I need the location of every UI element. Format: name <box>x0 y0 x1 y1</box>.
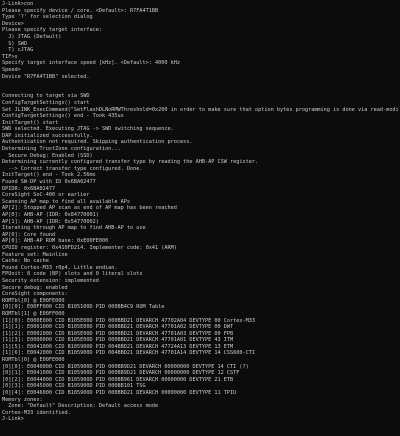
terminal-line: [1][2]: E0002000 CID B105E00D PID 000BBD… <box>2 330 234 337</box>
terminal-line: Feature set: Mainline <box>2 251 68 258</box>
terminal-line: CoreSight components: <box>2 291 68 298</box>
terminal-line: Cortex-M33 identified. <box>2 409 71 416</box>
terminal-line: Determining TrustZone configuration... <box>2 146 121 153</box>
terminal-line: AP[0]: AHB-AP ROM base: 0xE00FE000 <box>2 238 109 245</box>
terminal-line: Authentication not required. Skipping au… <box>2 139 193 146</box>
terminal-line: SWD selected. Executing JTAG -> SWD swit… <box>2 126 174 133</box>
terminal-line: Found SW-DP with ID 0x6BA02477 <box>2 179 96 186</box>
terminal-line: [0][1]: E0041000 CID B105900D PID 000BB9… <box>2 370 240 377</box>
terminal-line: Security extension: implemented <box>2 277 99 284</box>
terminal-line: TIF>s <box>2 53 18 60</box>
terminal-line: ROMTbl[0] @ E00FE000 <box>2 297 65 304</box>
terminal-line: [1][5]: E0041000 CID B105900D PID 004BBD… <box>2 343 234 350</box>
terminal-line: [0][2]: E0044000 CID B105900D PID 000BB9… <box>2 376 234 383</box>
terminal-line: [1][1]: E0001000 CID B105E00D PID 000BBD… <box>2 324 234 331</box>
terminal-line: Secure debug: enabled <box>2 284 68 291</box>
terminal-line: Cache: No cache <box>2 258 49 265</box>
terminal-line: ROMTbl[0] @ E00FE000 <box>2 357 65 364</box>
terminal-line: Found Cortex-M33 r0p4, Little endian. <box>2 264 118 271</box>
terminal-line: Secure Debug: Enabled (SSD) <box>2 152 93 159</box>
terminal-line: [1][0]: E000E000 CID B105E00D PID 000BBD… <box>2 317 255 324</box>
terminal-line: T) cJTAG <box>2 47 34 54</box>
terminal-line: S) SWD <box>2 40 27 47</box>
terminal-line: --> Correct transfer type configured. Do… <box>2 165 143 172</box>
terminal-line: DPIDR: 0x6BA02477 <box>2 185 56 192</box>
terminal-line: [0][3]: E0045000 CID B105900D PID 000BB1… <box>2 383 146 390</box>
terminal-line: J) JTAG (Default) <box>2 33 62 40</box>
terminal-line: Determining currently configured transfe… <box>2 159 259 166</box>
terminal-line: Connecting to target via SWD <box>2 93 90 100</box>
terminal-line: Specify target interface speed [kHz]. <D… <box>2 60 181 67</box>
terminal-line: Memory zones: <box>2 396 43 403</box>
terminal-line: [1][6]: E0042000 CID B105900D PID 004BBD… <box>2 350 255 357</box>
terminal-line: [1][3]: E0000000 CID B105E00D PID 000BBD… <box>2 337 234 344</box>
terminal-line: AP[1]: AHB-AP (IDR: 0x54770002) <box>2 218 99 225</box>
terminal-line: AP[0]: Core found <box>2 231 56 238</box>
terminal-line: ConfigTargetSettings() start <box>2 99 90 106</box>
terminal-line: Set JLINK_ExecCommand("SetFlashDLNoRMWTh… <box>2 106 398 113</box>
terminal-line: [0][0]: E00FF000 CID B105100D PID 000BB4… <box>2 304 165 311</box>
terminal-line: DAP initialized successfully. <box>2 132 93 139</box>
terminal-line: Type '?' for selection dialog <box>2 14 93 21</box>
terminal-line: Iterating through AP map to find AHB-AP … <box>2 225 146 232</box>
terminal-line: Please specify target interface: <box>2 27 102 34</box>
terminal-line: ConfigTargetSettings() end - Took 435us <box>2 113 124 120</box>
terminal-line: InitTarget() end - Took 2.56ms <box>2 172 96 179</box>
terminal-line: FPUnit: 8 code (BP) slots and 0 literal … <box>2 271 143 278</box>
terminal-line: Zone: "Default" Description: Default acc… <box>2 403 159 410</box>
terminal-line: Please specify device / core. <Default>:… <box>2 7 159 14</box>
terminal-window[interactable]: J-Link>con Please specify device / core.… <box>0 0 400 436</box>
terminal-line: CoreSight SoC-400 or earlier <box>2 192 90 199</box>
terminal-line: [0][0]: E0040000 CID B105900D PID 000BB9… <box>2 363 249 370</box>
terminal-prompt[interactable]: J-Link> <box>2 416 398 423</box>
terminal-line: J-Link>con <box>2 1 34 7</box>
terminal-line: ROMTbl[1] @ E00FF000 <box>2 310 65 317</box>
terminal-line: AP[2]: Stopped AP scan as end of AP map … <box>2 205 177 212</box>
terminal-line: Device> <box>2 20 24 27</box>
terminal-line: InitTarget() start <box>2 119 59 126</box>
terminal-line: Scanning AP map to find all available AP… <box>2 198 131 205</box>
terminal-line: AP[0]: AHB-AP (IDR: 0x84770001) <box>2 212 99 218</box>
terminal-line: CPUID register: 0x410FD214. Implementer … <box>2 244 177 251</box>
terminal-line: Speed> <box>2 66 21 73</box>
terminal-line: [0][4]: E0046000 CID B105900D PID 000BBD… <box>2 390 237 397</box>
terminal-line: Device "R7FA4T1BB" selected. <box>2 73 90 80</box>
